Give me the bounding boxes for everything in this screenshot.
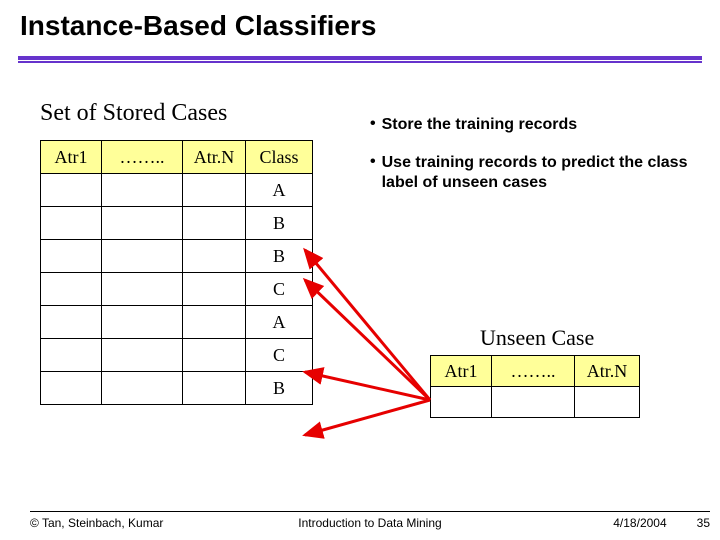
bullet-text-2: Use training records to predict the clas…: [382, 153, 690, 193]
unseen-case-table: Atr1 …….. Atr.N: [430, 355, 640, 418]
table-row: C: [41, 273, 313, 306]
table-row: B: [41, 207, 313, 240]
footer-page: 35: [697, 516, 710, 530]
unseen-case-caption: Unseen Case: [480, 325, 594, 351]
stored-header-atr1: Atr1: [41, 141, 102, 174]
stored-header-class: Class: [246, 141, 313, 174]
footer-date: 4/18/2004: [613, 516, 666, 530]
title-rule: [18, 56, 702, 68]
stored-header-dots: ……..: [102, 141, 183, 174]
unseen-header-atr1: Atr1: [431, 356, 492, 387]
slide-footer: Introduction to Data Mining © Tan, Stein…: [30, 511, 710, 530]
table-row: [431, 387, 640, 418]
table-row: B: [41, 372, 313, 405]
stored-cases-table: Atr1 …….. Atr.N Class A B B C A C B: [40, 140, 313, 405]
unseen-header-dots: ……..: [492, 356, 575, 387]
bullet-dot: •: [370, 115, 376, 135]
bullet-list: • Store the training records • Use train…: [370, 115, 690, 211]
unseen-header-atrn: Atr.N: [575, 356, 640, 387]
footer-copyright: © Tan, Steinbach, Kumar: [30, 516, 163, 530]
slide-title: Instance-Based Classifiers: [20, 10, 376, 42]
table-row: C: [41, 339, 313, 372]
stored-header-atrn: Atr.N: [183, 141, 246, 174]
bullet-text-1: Store the training records: [382, 115, 578, 135]
table-row: A: [41, 174, 313, 207]
table-row: A: [41, 306, 313, 339]
table-row: B: [41, 240, 313, 273]
bullet-dot: •: [370, 153, 376, 193]
stored-cases-caption: Set of Stored Cases: [40, 100, 227, 127]
